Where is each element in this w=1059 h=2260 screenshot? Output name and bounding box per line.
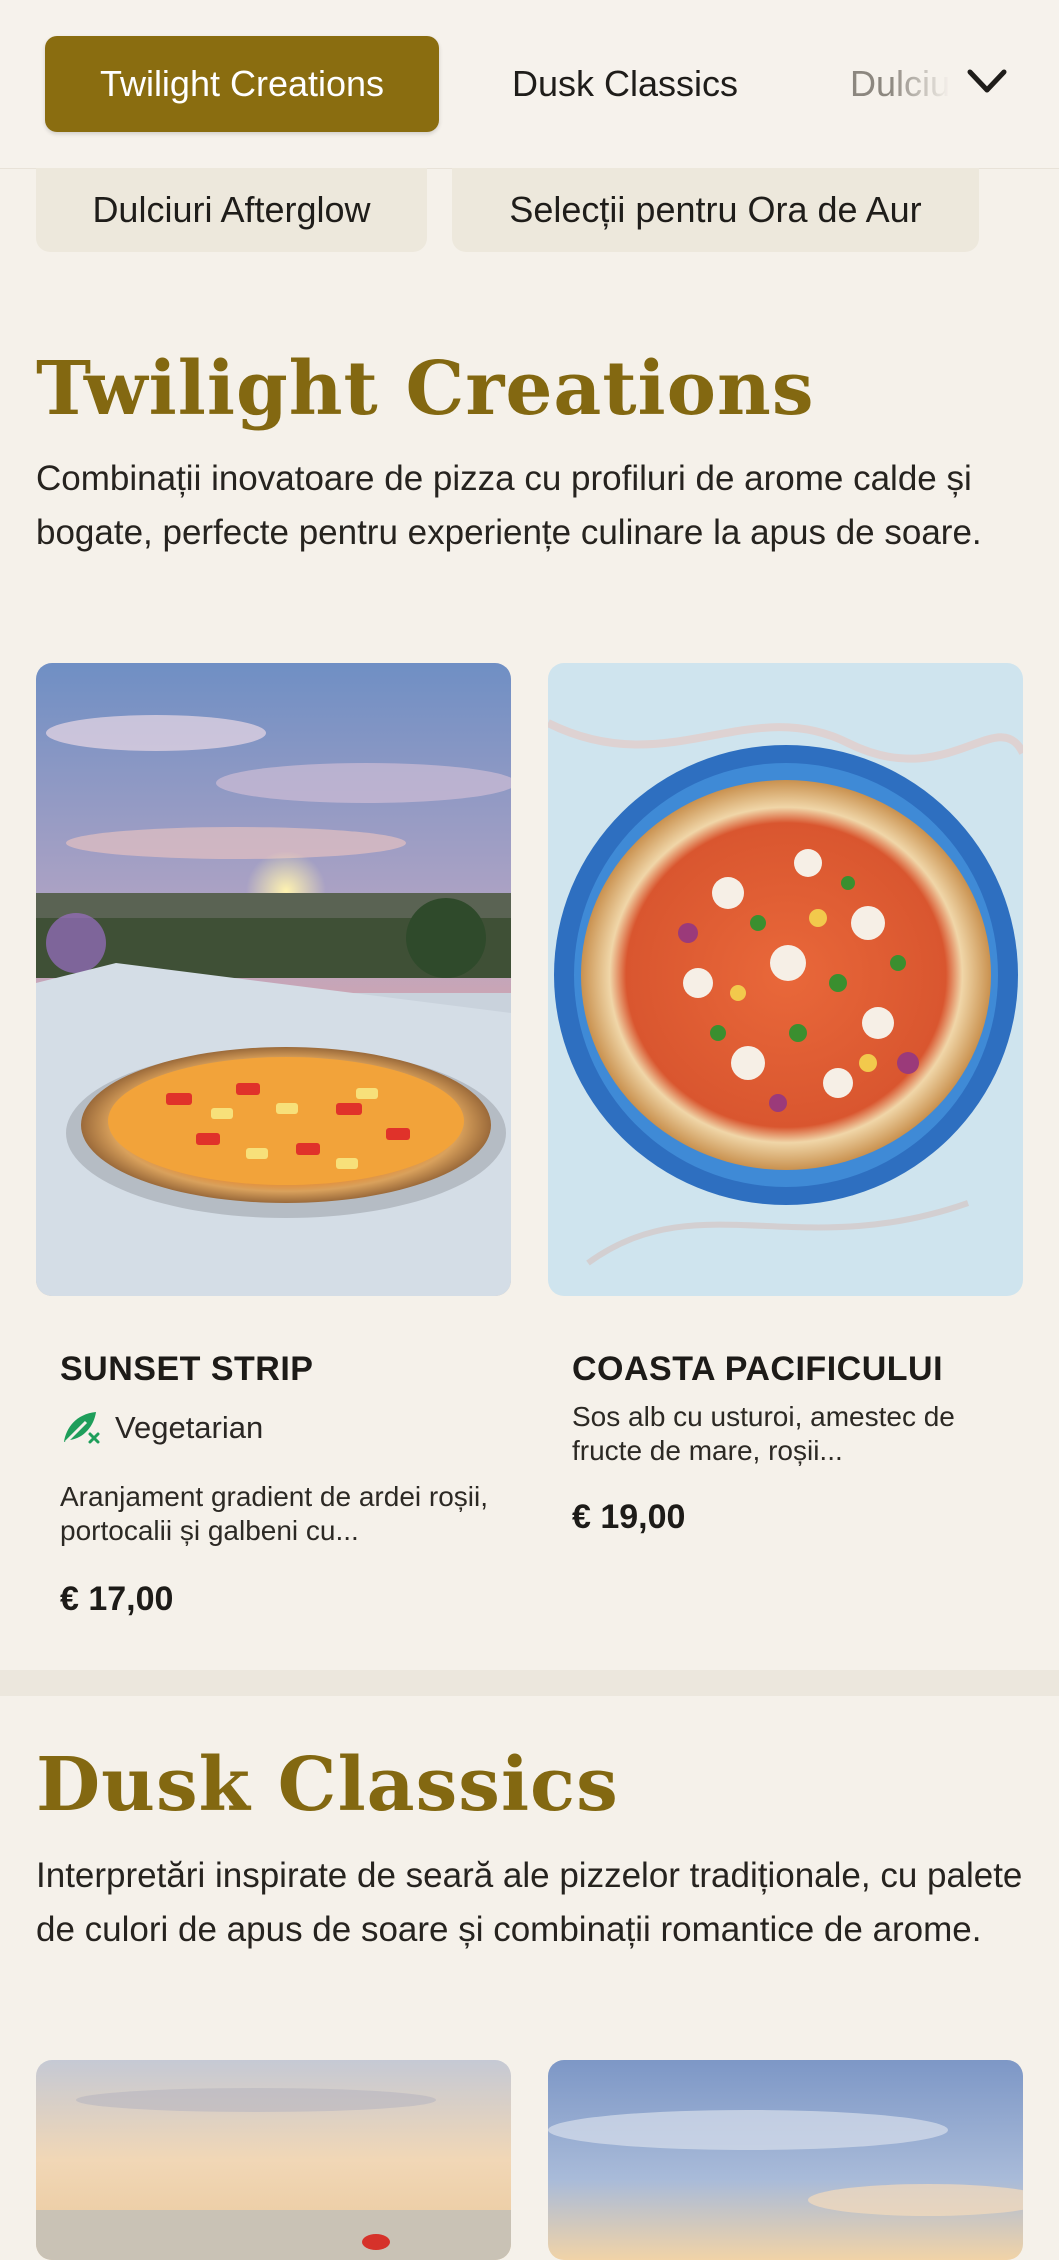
section-divider — [0, 1670, 1059, 1696]
product-description: Aranjament gradient de ardei roșii, port… — [60, 1481, 489, 1546]
product-name[interactable]: SUNSET STRIP — [60, 1350, 313, 1389]
product-image-sunset-strip[interactable] — [36, 663, 511, 1296]
vegetarian-badge: Vegetarian — [115, 1410, 264, 1445]
category-tab-bar: Twilight Creations Dusk Classics Dulciur… — [0, 0, 1059, 169]
product-price: € 19,00 — [572, 1498, 686, 1536]
section-description-twilight: Combinații inovatoare de pizza cu profil… — [36, 459, 982, 552]
product-name[interactable]: COASTA PACIFICULUI — [572, 1350, 943, 1389]
product-image[interactable] — [548, 2060, 1023, 2260]
category-chip-golden-hour[interactable]: Selecții pentru Ora de Aur — [452, 168, 979, 252]
section-title-twilight: Twilight Creations — [36, 346, 815, 432]
product-description: Sos alb cu usturoi, amestec de fructe de… — [572, 1401, 955, 1466]
product-image[interactable] — [36, 2060, 511, 2260]
leaf-icon — [64, 1412, 100, 1444]
chevron-down-icon[interactable] — [962, 60, 1012, 104]
product-image-coasta-pacificului[interactable] — [548, 663, 1023, 1296]
product-price: € 17,00 — [60, 1580, 174, 1618]
category-chip-dulciuri-afterglow[interactable]: Dulciuri Afterglow — [36, 168, 427, 252]
section-title-dusk: Dusk Classics — [36, 1742, 619, 1828]
tab-twilight-creations[interactable]: Twilight Creations — [45, 36, 439, 132]
section-description-dusk: Interpretări inspirate de seară ale pizz… — [36, 1856, 1023, 1949]
tab-dusk-classics[interactable]: Dusk Classics — [480, 36, 770, 132]
tab-dulciuri-afterglow[interactable]: Dulciuri Afterglow — [850, 36, 950, 132]
